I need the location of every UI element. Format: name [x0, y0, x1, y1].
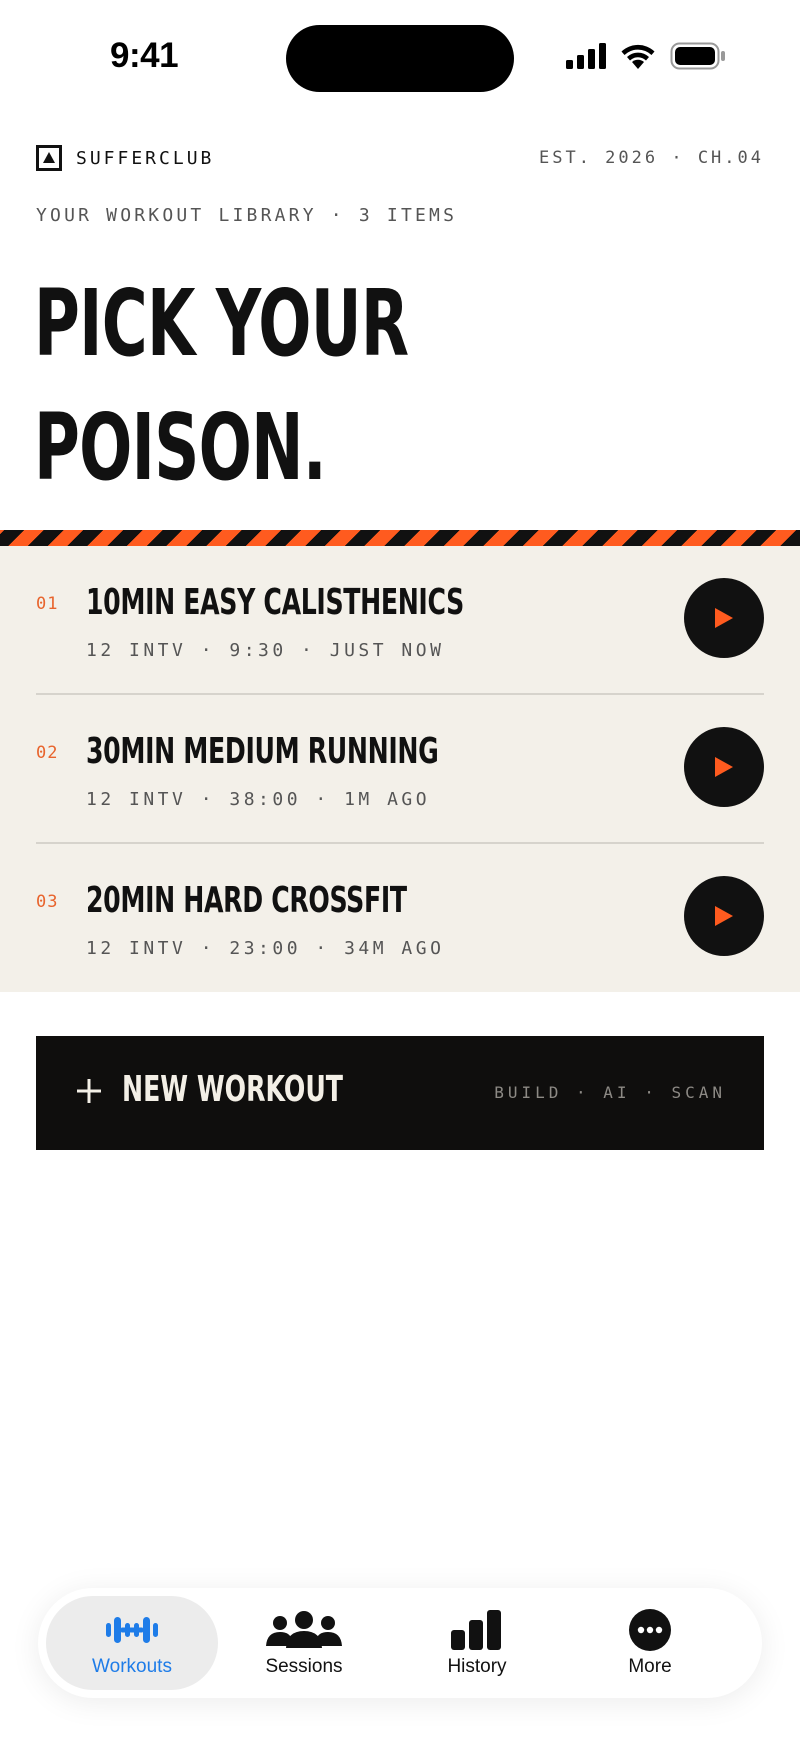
- page-title: PICK YOUR POISON.: [34, 262, 409, 510]
- workout-meta: 12 INTV · 38:00 · 1M AGO: [86, 789, 431, 810]
- tab-workouts[interactable]: Workouts: [46, 1596, 218, 1690]
- tab-bar: Workouts Sessions History More: [38, 1588, 762, 1698]
- workout-row[interactable]: 01 10MIN EASY CALISTHENICS 12 INTV · 9:3…: [36, 546, 764, 695]
- status-icons: [566, 42, 726, 70]
- play-icon: [715, 757, 733, 777]
- people-icon: [264, 1608, 344, 1652]
- workout-row[interactable]: 03 20MIN HARD CROSSFIT 12 INTV · 23:00 ·…: [36, 844, 764, 993]
- workout-title: 30MIN MEDIUM RUNNING: [86, 731, 439, 772]
- signal-icon: [566, 43, 606, 69]
- more-icon: [610, 1608, 690, 1652]
- page-title-line-2: POISON.: [34, 394, 327, 501]
- tab-label: Sessions: [265, 1656, 343, 1677]
- play-button[interactable]: [684, 876, 764, 956]
- bar-chart-icon: [437, 1608, 517, 1652]
- play-button[interactable]: [684, 727, 764, 807]
- tab-more[interactable]: More: [564, 1596, 736, 1690]
- tab-label: More: [628, 1656, 672, 1677]
- brand: SUFFERCLUB: [36, 145, 214, 171]
- tab-history[interactable]: History: [391, 1596, 563, 1690]
- brand-name: SUFFERCLUB: [76, 147, 215, 169]
- new-workout-options: BUILD · AI · SCAN: [494, 1083, 726, 1102]
- tab-label: History: [447, 1656, 507, 1677]
- brand-logo-icon: [36, 145, 62, 171]
- play-button[interactable]: [684, 578, 764, 658]
- play-icon: [715, 906, 733, 926]
- workout-number: 01: [36, 594, 59, 614]
- wifi-icon: [621, 44, 655, 69]
- workout-row[interactable]: 02 30MIN MEDIUM RUNNING 12 INTV · 38:00 …: [36, 695, 764, 844]
- new-workout-button[interactable]: NEW WORKOUT BUILD · AI · SCAN: [36, 1036, 764, 1150]
- workout-meta: 12 INTV · 9:30 · JUST NOW: [86, 640, 445, 661]
- workout-list: 01 10MIN EASY CALISTHENICS 12 INTV · 9:3…: [0, 546, 800, 992]
- est-label: EST. 2026 · CH.04: [539, 148, 764, 168]
- workout-number: 02: [36, 743, 59, 763]
- tab-label: Workouts: [92, 1656, 172, 1677]
- plus-icon: [77, 1079, 101, 1103]
- dumbbell-icon: [92, 1608, 172, 1652]
- play-icon: [715, 608, 733, 628]
- hazard-stripe: [0, 530, 800, 546]
- page-title-line-1: PICK YOUR: [34, 270, 409, 377]
- status-bar: 9:41: [0, 0, 800, 118]
- new-workout-label: NEW WORKOUT: [122, 1069, 343, 1110]
- tab-sessions[interactable]: Sessions: [218, 1596, 390, 1690]
- library-subtitle: YOUR WORKOUT LIBRARY · 3 ITEMS: [36, 205, 458, 226]
- status-time: 9:41: [110, 36, 179, 75]
- battery-icon: [670, 42, 725, 70]
- workout-number: 03: [36, 892, 59, 912]
- workout-title: 20MIN HARD CROSSFIT: [86, 880, 407, 921]
- workout-title: 10MIN EASY CALISTHENICS: [86, 582, 464, 623]
- workout-meta: 12 INTV · 23:00 · 34M AGO: [86, 938, 445, 959]
- dynamic-island: [286, 25, 514, 92]
